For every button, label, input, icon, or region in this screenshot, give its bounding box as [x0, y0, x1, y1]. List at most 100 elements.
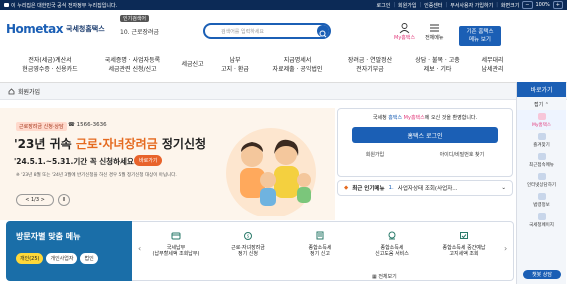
quick-chat[interactable]: 인터넷상담하기: [517, 170, 566, 190]
popular-menu-bar[interactable]: ◆ 최근 인기메뉴 1. 사업자상태 조회(사업자... ⌄: [337, 180, 513, 196]
divider: |: [419, 2, 422, 8]
hometax-logo[interactable]: Hometax 국세청홈택스: [6, 22, 105, 36]
login-links: 회원가입 아이디/비밀번호 찾기: [338, 151, 512, 158]
nav-item-tax-report[interactable]: 세금신고: [175, 47, 210, 82]
nav-item-consult[interactable]: 상담 · 불복 · 고충 제보 · 기타: [405, 47, 470, 82]
prev-arrow-icon[interactable]: ‹: [138, 244, 141, 253]
banner-tag: 근로장려금 신청·상담: [16, 122, 67, 131]
banner-go-button[interactable]: 바로가기: [134, 155, 163, 166]
hot-keyword-label: 인기검색어: [120, 15, 150, 22]
header-icons: My홈택스 전체메뉴: [394, 22, 443, 41]
chat-icon: [537, 172, 546, 180]
dept-signup-link[interactable]: 부서사용자 가입하기: [450, 1, 493, 9]
service-label: 종합소득세 중간예납 고지세액 조회: [442, 245, 486, 257]
help-service-icon: [388, 231, 396, 240]
search-icon[interactable]: [317, 25, 329, 38]
gov-notice-bar: 이 누리집은 대한민국 공식 전자정부 누리집입니다. 로그인 | 회원가입 |…: [0, 0, 567, 10]
header: Hometax 국세청홈택스 인기검색어 10. 근로장려금 검색어를 입력하세…: [0, 10, 567, 47]
flag-icon: [4, 3, 9, 7]
hot-keyword[interactable]: 10. 근로장려금: [120, 27, 159, 36]
quick-menu-collapse[interactable]: 접기 ⌃: [517, 97, 566, 110]
welcome-pre: 국세청: [372, 115, 389, 121]
legacy-hometax-button[interactable]: 기존 홈택스 메뉴 보기: [459, 26, 501, 46]
law-icon: [537, 192, 546, 200]
custom-menu-panel: 방문자별 맞춤 메뉴 개인(25) 개인사업자 법인: [6, 221, 132, 281]
incentive-icon: $: [244, 232, 252, 240]
nav-item-certificate[interactable]: 국세증명 · 사업자등록 세금관련 신청/신고: [90, 47, 175, 82]
family-illustration-icon: [226, 128, 316, 216]
tab-individual[interactable]: 개인(25): [16, 253, 44, 264]
divider: |: [393, 2, 396, 8]
banner-title: '23년 귀속 근로·자녀장려금 정기신청: [14, 135, 206, 152]
next-arrow-icon[interactable]: ›: [504, 244, 507, 253]
logo-mark: Hometax: [6, 21, 64, 36]
popular-menu-text[interactable]: 사업자상태 조회(사업자...: [398, 184, 458, 192]
quick-menu-panel: 바로가기 접기 ⌃ My홈택스 즐겨찾기 최근접속메뉴 인터넷상담하기 법령정보…: [516, 82, 566, 284]
utility-links: 로그인 | 회원가입 | 인증센터 | 부서사용자 가입하기 | 화면크기 − …: [377, 1, 563, 9]
quick-label: 최근접속메뉴: [529, 162, 554, 168]
collapse-label: 접기: [534, 102, 544, 108]
hero-banner[interactable]: 근로장려금 신청·상담 ☎ 1566-3636 '23년 귀속 근로·자녀장려금…: [0, 108, 335, 220]
tax-pay-icon: [171, 232, 181, 240]
my-hometax-button[interactable]: My홈택스: [394, 22, 415, 41]
income-tax-icon: [316, 231, 324, 240]
tel-number: 1566-3636: [76, 122, 107, 128]
banner-pager[interactable]: < 1/3 >: [16, 194, 54, 206]
title-highlight: 근로·자녀장려금: [75, 137, 158, 151]
quick-recent[interactable]: 최근접속메뉴: [517, 150, 566, 170]
gov-notice: 이 누리집은 대한민국 공식 전자정부 누리집입니다.: [4, 2, 377, 9]
popular-menu-number: 1.: [388, 185, 394, 191]
login-link[interactable]: 로그인: [377, 1, 391, 9]
quick-favorites[interactable]: 즐겨찾기: [517, 130, 566, 150]
star-icon: [537, 132, 546, 140]
cert-center-link[interactable]: 인증센터: [424, 1, 442, 9]
divider: |: [445, 2, 448, 8]
tab-sole-proprietor[interactable]: 개인사업자: [46, 253, 78, 264]
nav-item-payment[interactable]: 납부 고지 · 환급: [210, 47, 260, 82]
service-income-tax[interactable]: 종합소득세 정기 신고: [290, 231, 350, 257]
home-icon[interactable]: [8, 87, 15, 95]
welcome-post: 에 오신 것을 환영합니다.: [424, 115, 478, 121]
phone-icon: ☎: [68, 122, 77, 128]
nav-item-agent[interactable]: 세무대리 납세관리: [470, 47, 515, 82]
quick-my-hometax[interactable]: My홈택스: [517, 110, 566, 130]
search-input[interactable]: 검색어를 입력하세요: [203, 23, 331, 39]
service-carousel: ‹ 국세납부 (납부할세액 조회납부) $ 근로·자녀장려금 정기 신청 종합소…: [132, 221, 514, 281]
my-hometax-icon: [537, 112, 546, 120]
chevron-down-icon[interactable]: ⌄: [501, 185, 506, 191]
quick-menu-title: 바로가기: [517, 82, 566, 97]
signup-link-main[interactable]: 회원가입: [366, 151, 384, 158]
hometax-login-button[interactable]: 홈택스 로그인: [352, 127, 498, 143]
title-post: 정기신청: [157, 137, 207, 151]
quick-label: 법령정보: [533, 202, 550, 208]
chatbot-button[interactable]: 챗봇 상담: [523, 270, 561, 279]
banner-pause-button[interactable]: II: [58, 194, 70, 206]
nav-item-statement[interactable]: 지급명세서 자료제출 · 공익법인: [260, 47, 335, 82]
service-help[interactable]: 종합소득세 신고도움 서비스: [362, 231, 422, 257]
signup-link[interactable]: 회원가입: [398, 1, 416, 9]
recent-icon: [537, 152, 546, 160]
find-id-password-link[interactable]: 아이디/비밀번호 찾기: [440, 151, 485, 158]
banner-period: '24.5.1.~5.31.기간 꼭 신청하세요!: [14, 157, 138, 166]
zoom-in-button[interactable]: +: [552, 1, 563, 9]
quick-nts-page[interactable]: 국세청페이지: [517, 210, 566, 230]
tab-corporation[interactable]: 법인: [80, 253, 98, 264]
quick-label: My홈택스: [532, 122, 551, 128]
service-interim[interactable]: 종합소득세 중간예납 고지세액 조회: [434, 231, 494, 257]
quick-law[interactable]: 법령정보: [517, 190, 566, 210]
screen-size-label: 화면크기: [500, 2, 520, 9]
view-all-button[interactable]: ▦ 전체보기: [372, 273, 397, 280]
all-menu-button[interactable]: 전체메뉴: [425, 22, 443, 41]
nav-item-incentive[interactable]: 장려금 · 연말정산 전자기부금: [335, 47, 405, 82]
all-menu-label: 전체메뉴: [425, 35, 444, 41]
service-incentive[interactable]: $ 근로·자녀장려금 정기 신청: [218, 231, 278, 257]
gov-notice-text: 이 누리집은 대한민국 공식 전자정부 누리집입니다.: [11, 2, 118, 9]
custom-menu-title: 방문자별 맞춤 메뉴: [16, 232, 81, 241]
zoom-out-button[interactable]: −: [522, 1, 533, 9]
zoom-level: 100%: [535, 2, 550, 8]
nav-item-e-invoice[interactable]: 전자(세금)계산서 현금영수증 · 신용카드: [10, 47, 90, 82]
service-tax-pay[interactable]: 국세납부 (납부할세액 조회납부): [146, 231, 206, 257]
login-box: 국세청 홈택스 My홈택스에 오신 것을 환영합니다. 홈택스 로그인 회원가입…: [337, 108, 513, 177]
quick-label: 인터넷상담하기: [527, 182, 556, 188]
service-label: 종합소득세 정기 신고: [308, 245, 332, 257]
